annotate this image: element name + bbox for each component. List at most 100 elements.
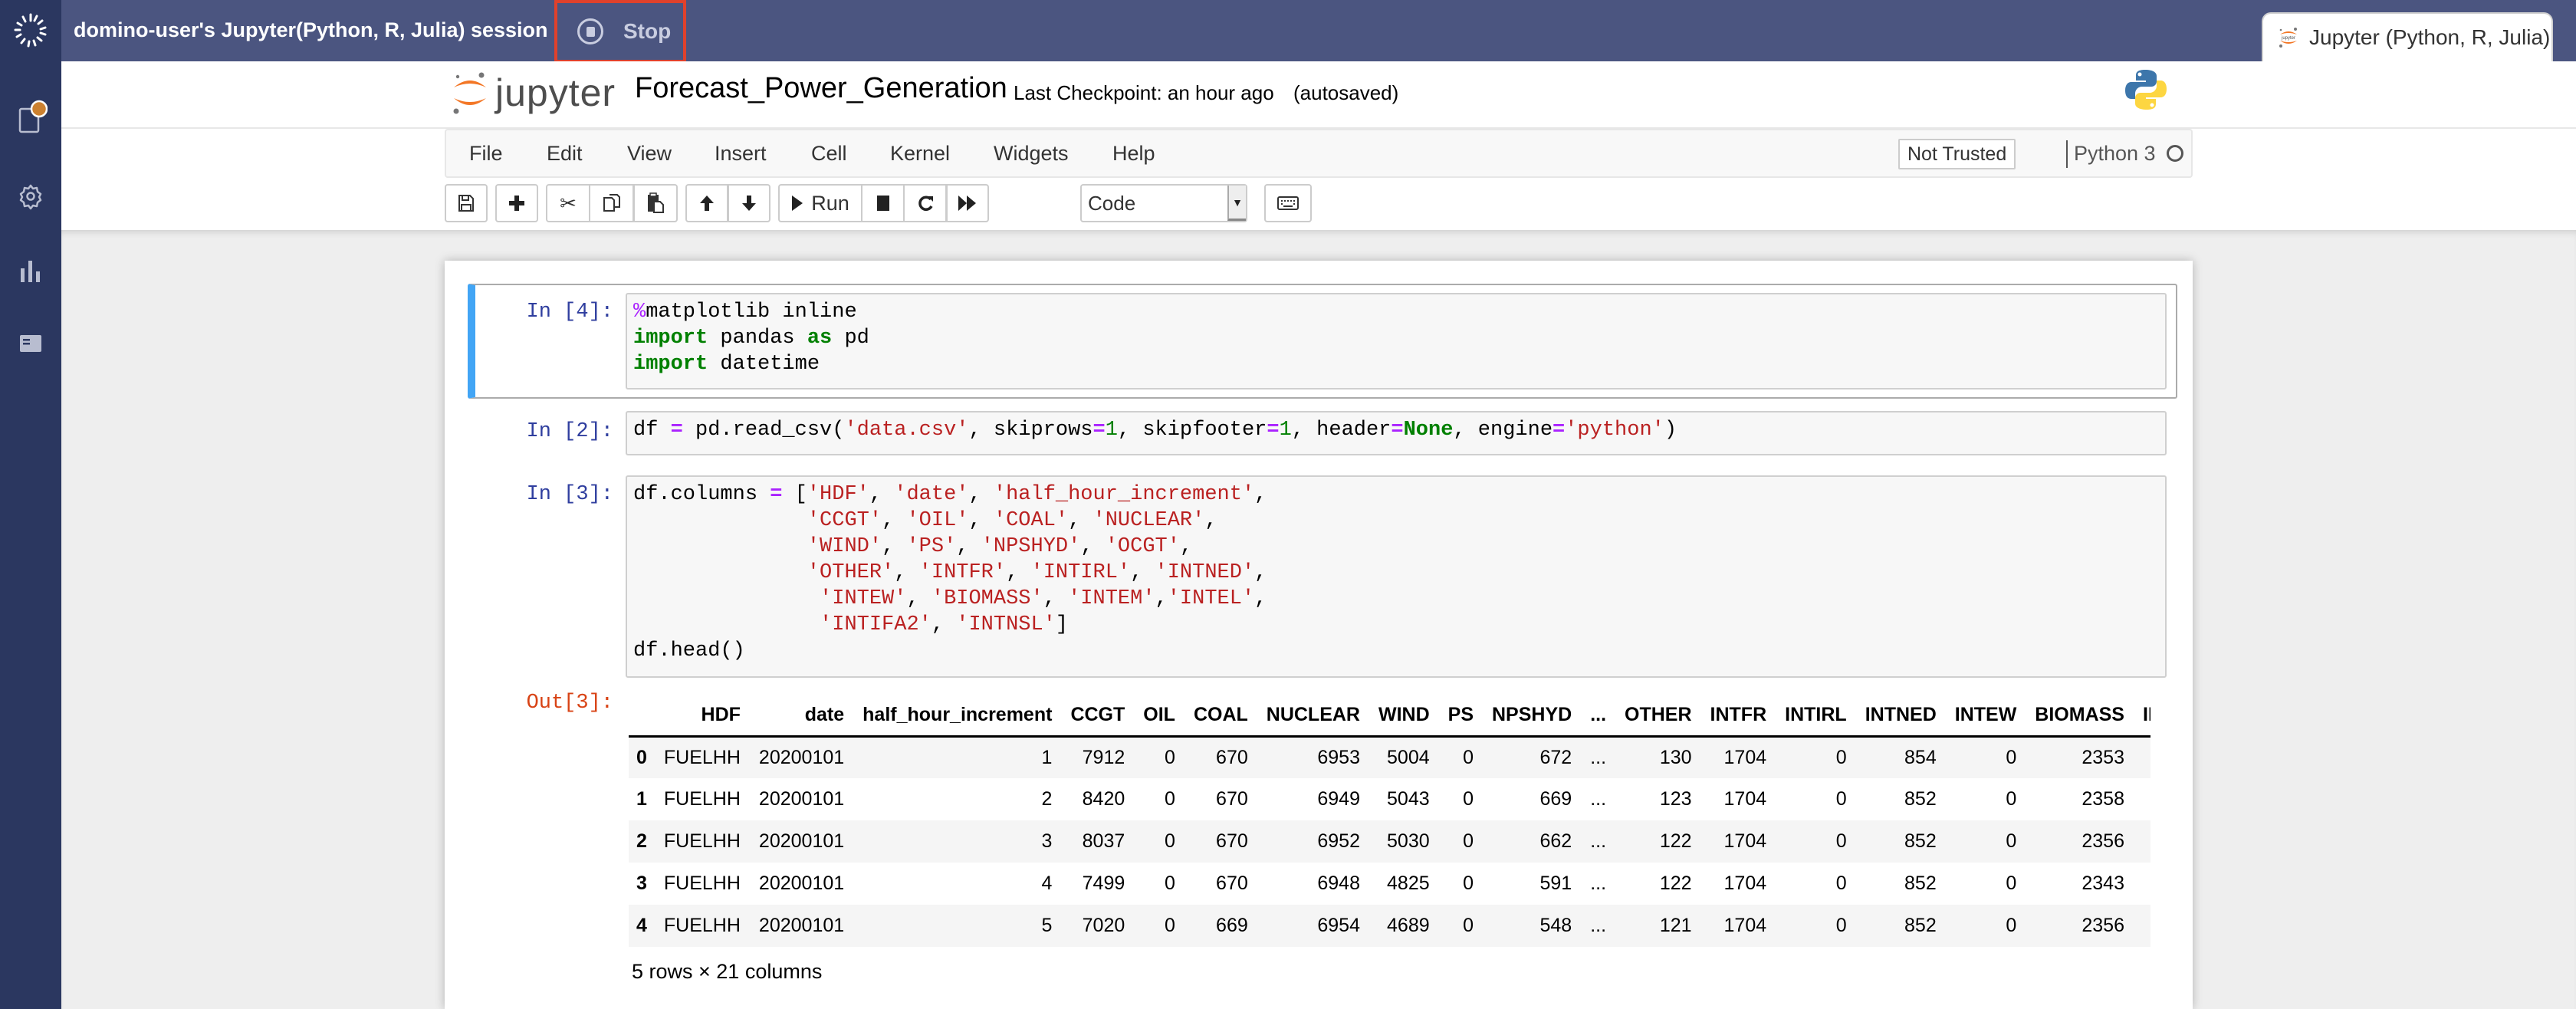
table-cell: 0 xyxy=(2006,830,2017,852)
table-cell: ... xyxy=(1590,746,1607,768)
save-button[interactable] xyxy=(445,184,488,222)
table-cell: 4 xyxy=(1041,873,1053,894)
jupyter-home-link[interactable]: jupyter xyxy=(451,69,616,117)
table-cell: FUELHH xyxy=(663,915,741,936)
table-cell: 3 xyxy=(1041,830,1053,852)
table-cell: ... xyxy=(1590,788,1607,810)
table-cell: 0 xyxy=(1463,788,1474,810)
table-cell: 6948 xyxy=(1317,873,1360,894)
column-header: INTNED xyxy=(1865,703,1937,725)
table-cell: 0 xyxy=(1835,746,1847,768)
table-cell: 854 xyxy=(2134,820,2150,863)
row-index: 4 xyxy=(636,915,647,936)
app-tab-label: Jupyter (Python, R, Julia) xyxy=(2309,25,2551,49)
jupyter-wordmark: jupyter xyxy=(495,71,616,114)
add-cell-icon xyxy=(509,196,524,211)
cell-type-select[interactable]: Code ▼ xyxy=(1080,184,1247,222)
table-cell: 4825 xyxy=(1387,873,1430,894)
table-row: 0 FUELHH 20200101 1 7912 0 670 6953 5004 0 672... 1… xyxy=(629,736,2150,778)
not-trusted-button[interactable]: Not Trusted xyxy=(1898,139,2016,169)
paste-button[interactable] xyxy=(633,184,678,222)
column-header: COAL xyxy=(1193,703,1248,725)
menu-file[interactable]: File xyxy=(469,130,503,176)
menu-widgets[interactable]: Widgets xyxy=(994,130,1069,176)
table-cell: 6953 xyxy=(1317,746,1360,768)
table-cell: 670 xyxy=(1216,788,1248,810)
domino-logo-icon xyxy=(14,13,47,48)
table-cell: 0 xyxy=(1463,830,1474,852)
code-editor[interactable]: %matplotlib inline import pandas as pd i… xyxy=(626,293,2167,389)
table-cell: 1704 xyxy=(1723,873,1767,894)
column-header: date xyxy=(804,703,845,725)
menu-toolbar-area: File Edit View Insert Cell Kernel Widget… xyxy=(61,129,2576,230)
stop-label: Stop xyxy=(623,19,672,43)
run-button[interactable]: Run xyxy=(778,184,863,222)
command-palette-button[interactable] xyxy=(1264,184,1312,222)
dataframe-table: HDF date half_hour_increment CCGT OIL COAL NUC… xyxy=(629,695,2150,947)
table-cell: 2356 xyxy=(2082,830,2124,852)
table-cell: 0 xyxy=(1463,915,1474,936)
sidebar-item-settings[interactable] xyxy=(0,173,61,219)
dataframe-shape: 5 rows × 21 columns xyxy=(632,960,823,983)
table-cell: 854 xyxy=(2134,863,2150,905)
kernel-name[interactable]: Python 3 xyxy=(2074,130,2156,176)
app-tab-jupyter[interactable]: jupyter Jupyter (Python, R, Julia) xyxy=(2262,12,2553,61)
menu-view[interactable]: View xyxy=(627,130,672,176)
notebook-container: In [4]: %matplotlib inline import pandas… xyxy=(445,261,2193,1009)
domino-logo[interactable] xyxy=(0,0,61,61)
bar-chart-icon xyxy=(21,261,40,282)
paste-icon xyxy=(648,192,664,213)
restart-kernel-button[interactable] xyxy=(904,184,947,222)
notebook-header: jupyter Forecast_Power_Generation Last C… xyxy=(61,61,2576,129)
menu-help[interactable]: Help xyxy=(1112,130,1155,176)
dataframe-output: HDF date half_hour_increment CCGT OIL COAL NUC… xyxy=(629,695,2150,947)
code-editor[interactable]: df = pd.read_csv('data.csv', skiprows=1,… xyxy=(626,411,2167,455)
table-cell: ... xyxy=(1590,873,1607,894)
code-cell[interactable]: In [2]: df = pd.read_csv('data.csv', ski… xyxy=(468,411,2177,460)
menu-insert[interactable]: Insert xyxy=(715,130,767,176)
menu-edit[interactable]: Edit xyxy=(547,130,583,176)
move-up-button[interactable] xyxy=(685,184,728,222)
table-cell: 0 xyxy=(1165,873,1175,894)
column-header: WIND xyxy=(1378,703,1430,725)
fast-forward-icon xyxy=(958,196,976,211)
table-row: 3 FUELHH 20200101 4 7499 0 670 6948 4825 0 591... 1… xyxy=(629,863,2150,905)
sidebar-item-metrics[interactable] xyxy=(0,248,61,294)
menubar: File Edit View Insert Cell Kernel Widget… xyxy=(445,129,2193,178)
table-cell: 0 xyxy=(1463,746,1474,768)
menu-cell[interactable]: Cell xyxy=(811,130,847,176)
session-topbar: domino-user's Jupyter(Python, R, Julia) … xyxy=(0,0,2576,63)
row-index: 3 xyxy=(636,873,647,894)
move-down-button[interactable] xyxy=(728,184,770,222)
table-cell: 5030 xyxy=(1387,830,1430,852)
table-cell: 1 xyxy=(1041,746,1053,768)
cut-button[interactable]: ✂ xyxy=(546,184,590,222)
jupyter-logo-icon: jupyter xyxy=(2279,28,2297,48)
code-editor[interactable]: df.columns = ['HDF', 'date', 'half_hour_… xyxy=(626,475,2167,678)
files-icon xyxy=(18,100,48,133)
insert-cell-button[interactable] xyxy=(495,184,538,222)
notebook-name[interactable]: Forecast_Power_Generation xyxy=(635,72,1007,105)
table-cell: FUELHH xyxy=(663,873,741,894)
sidebar-item-files[interactable] xyxy=(0,96,61,142)
table-cell: FUELHH xyxy=(663,788,741,810)
table-cell: 0 xyxy=(1165,788,1175,810)
code-cell-selected[interactable]: In [4]: %matplotlib inline import pandas… xyxy=(468,284,2177,399)
table-cell: 2356 xyxy=(2082,915,2124,936)
run-label: Run xyxy=(811,191,849,215)
table-cell: 852 xyxy=(1904,788,1937,810)
stop-session-button[interactable]: Stop xyxy=(554,0,686,63)
table-cell: 1704 xyxy=(1723,788,1767,810)
copy-button[interactable] xyxy=(590,184,634,222)
cell-type-value: Code xyxy=(1088,192,1136,215)
table-cell: 670 xyxy=(1216,873,1248,894)
table-cell: 662 xyxy=(1539,830,1572,852)
code-line: matplotlib inline xyxy=(646,301,857,324)
sidebar-item-details[interactable] xyxy=(0,320,61,366)
table-cell: 7499 xyxy=(1082,873,1125,894)
table-cell: 854 xyxy=(2134,778,2150,820)
kernel-divider xyxy=(2066,140,2068,168)
menu-kernel[interactable]: Kernel xyxy=(890,130,950,176)
run-all-button[interactable] xyxy=(946,184,989,222)
interrupt-kernel-button[interactable] xyxy=(862,184,905,222)
